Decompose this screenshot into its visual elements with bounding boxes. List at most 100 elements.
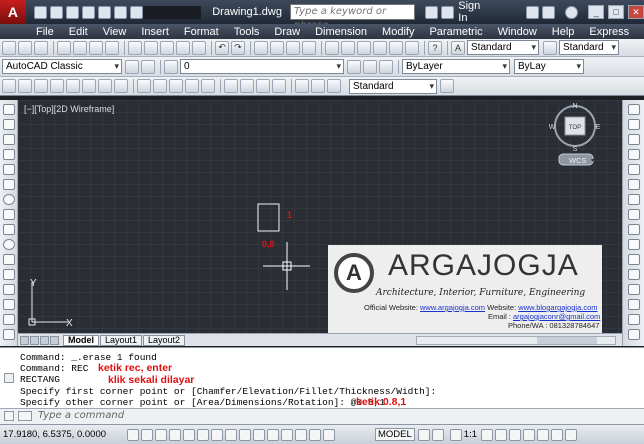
rectangle-icon[interactable] bbox=[3, 164, 15, 175]
quick-view-drawings-icon[interactable] bbox=[431, 428, 444, 441]
infer-constraints-icon[interactable] bbox=[127, 428, 139, 441]
minimize-button[interactable]: _ bbox=[588, 5, 605, 19]
menu-modify[interactable]: Modify bbox=[382, 26, 414, 38]
viewcube[interactable]: TOP N S W E bbox=[549, 103, 601, 153]
space-icon[interactable] bbox=[185, 79, 199, 93]
zoom-previous-icon[interactable] bbox=[302, 40, 316, 55]
toolbar-lock-icon[interactable] bbox=[523, 428, 536, 441]
match-properties-icon[interactable] bbox=[176, 40, 190, 55]
plot-icon[interactable] bbox=[57, 40, 71, 55]
wrench-icon[interactable] bbox=[4, 373, 14, 383]
layer-properties-icon[interactable] bbox=[164, 59, 178, 74]
pan-icon[interactable] bbox=[254, 40, 268, 55]
tolerance-icon[interactable] bbox=[224, 79, 238, 93]
dim-style-manager-icon[interactable] bbox=[440, 79, 454, 93]
exchange-icon[interactable] bbox=[526, 5, 540, 19]
text-style-combo[interactable]: Standard bbox=[467, 40, 539, 55]
allow-disallow-ucs-icon[interactable] bbox=[239, 428, 251, 441]
hatch-icon[interactable] bbox=[3, 314, 15, 325]
text-style-icon[interactable]: A bbox=[451, 40, 465, 55]
autocad-logo-icon[interactable]: A bbox=[0, 0, 26, 24]
dim-style-icon[interactable] bbox=[543, 40, 557, 55]
menu-file[interactable]: File bbox=[36, 26, 54, 38]
3d-print-icon[interactable] bbox=[105, 40, 119, 55]
first-tab-button[interactable] bbox=[20, 335, 29, 345]
mirror-icon[interactable] bbox=[628, 134, 640, 145]
coordinates-readout[interactable]: 17.9180, 6.5375, 0.0000 bbox=[3, 429, 127, 440]
dynamic-input-icon[interactable] bbox=[253, 428, 265, 441]
stretch-icon[interactable] bbox=[628, 224, 640, 235]
inspection-icon[interactable] bbox=[256, 79, 270, 93]
annotation-scale[interactable]: 1:1 bbox=[464, 429, 477, 440]
markup-icon[interactable] bbox=[389, 40, 403, 55]
help-icon[interactable] bbox=[565, 5, 579, 19]
isolate-objects-icon[interactable] bbox=[551, 428, 564, 441]
array-icon[interactable] bbox=[628, 164, 640, 175]
annotation-visibility-icon[interactable] bbox=[481, 428, 494, 441]
tab-layout2[interactable]: Layout2 bbox=[143, 334, 186, 346]
table-style-combo[interactable]: Standard bbox=[559, 40, 619, 55]
rectangle-shape[interactable] bbox=[257, 203, 280, 232]
undo-icon[interactable]: ↶ bbox=[215, 40, 229, 55]
object-snap-icon[interactable] bbox=[197, 428, 209, 441]
object-snap-tracking-icon[interactable] bbox=[225, 428, 237, 441]
make-current-icon[interactable] bbox=[347, 59, 361, 74]
redo-icon[interactable] bbox=[129, 5, 143, 19]
open-icon[interactable] bbox=[18, 40, 32, 55]
move-icon[interactable] bbox=[628, 179, 640, 190]
close-command-icon[interactable] bbox=[4, 411, 14, 421]
command-input[interactable]: Type a command bbox=[38, 410, 438, 422]
menu-edit[interactable]: Edit bbox=[69, 26, 88, 38]
menu-window[interactable]: Window bbox=[498, 26, 537, 38]
cut-icon[interactable] bbox=[128, 40, 142, 55]
jogged-icon[interactable] bbox=[82, 79, 96, 93]
saveas-icon[interactable] bbox=[81, 5, 95, 19]
continue-icon[interactable] bbox=[169, 79, 183, 93]
prev-tab-button[interactable] bbox=[30, 335, 39, 345]
angular-icon[interactable] bbox=[114, 79, 128, 93]
spline-icon[interactable] bbox=[3, 224, 15, 235]
ellipse-arc-icon[interactable] bbox=[3, 254, 15, 265]
annotation-scale-icon[interactable] bbox=[449, 428, 462, 441]
copy-icon[interactable] bbox=[144, 40, 158, 55]
break-icon[interactable] bbox=[201, 79, 215, 93]
last-tab-button[interactable] bbox=[50, 335, 59, 345]
binoculars-icon[interactable] bbox=[425, 5, 439, 19]
hardware-acceleration-icon[interactable] bbox=[537, 428, 550, 441]
workspace-icon[interactable] bbox=[141, 59, 155, 74]
workspace-combo[interactable]: AutoCAD Classic bbox=[2, 59, 122, 74]
line-icon[interactable] bbox=[3, 104, 15, 115]
insert-block-icon[interactable] bbox=[3, 269, 15, 280]
save-icon[interactable] bbox=[65, 5, 79, 19]
explode-icon[interactable] bbox=[628, 329, 640, 340]
dim-edit-icon[interactable] bbox=[295, 79, 309, 93]
construction-line-icon[interactable] bbox=[3, 119, 15, 130]
block-editor-icon[interactable] bbox=[192, 40, 206, 55]
user-icon[interactable] bbox=[441, 5, 455, 19]
join-icon[interactable] bbox=[628, 284, 640, 295]
3d-object-snap-icon[interactable] bbox=[211, 428, 223, 441]
model-space-toggle[interactable]: MODEL bbox=[375, 428, 415, 441]
lineweight-icon[interactable] bbox=[267, 428, 279, 441]
arc-length-icon[interactable] bbox=[34, 79, 48, 93]
help-icon[interactable]: ? bbox=[428, 40, 442, 55]
trim-icon[interactable] bbox=[628, 239, 640, 250]
plot-icon[interactable] bbox=[97, 5, 111, 19]
auto-scale-icon[interactable] bbox=[495, 428, 508, 441]
preview-icon[interactable] bbox=[73, 40, 87, 55]
sign-in-link[interactable]: Sign In bbox=[458, 0, 492, 24]
polyline-icon[interactable] bbox=[3, 134, 15, 145]
menu-insert[interactable]: Insert bbox=[141, 26, 169, 38]
break-at-point-icon[interactable] bbox=[628, 269, 640, 280]
tab-model[interactable]: Model bbox=[63, 334, 99, 346]
command-recent-icon[interactable] bbox=[18, 411, 32, 421]
ordinate-icon[interactable] bbox=[50, 79, 64, 93]
selection-cycling-icon[interactable] bbox=[309, 428, 321, 441]
clean-screen-icon[interactable] bbox=[565, 428, 578, 441]
sheet-set-icon[interactable] bbox=[373, 40, 387, 55]
close-button[interactable]: ✕ bbox=[628, 5, 644, 19]
menu-tools[interactable]: Tools bbox=[234, 26, 260, 38]
chamfer-icon[interactable] bbox=[628, 299, 640, 310]
save-icon[interactable] bbox=[34, 40, 48, 55]
erase-icon[interactable] bbox=[628, 104, 640, 115]
